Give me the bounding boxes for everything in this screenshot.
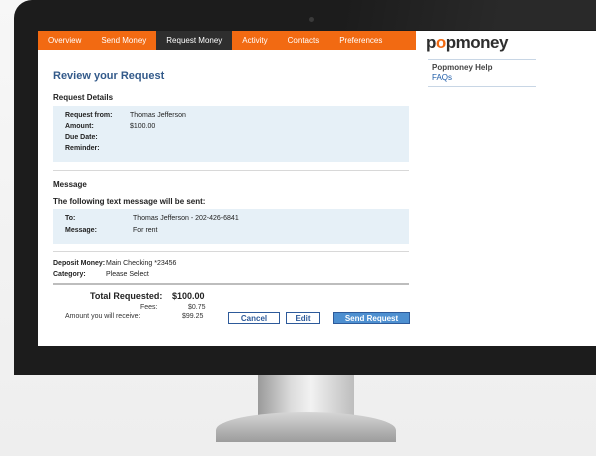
divider <box>53 170 409 171</box>
deposit-value[interactable]: Main Checking *23456 <box>106 260 176 267</box>
bezel-gloss <box>344 0 596 30</box>
top-nav: Overview Send Money Request Money Activi… <box>38 31 416 50</box>
totals-divider <box>53 283 409 285</box>
request-details-heading: Request Details <box>53 93 114 102</box>
main-panel: Review your Request Request Details Requ… <box>38 50 416 346</box>
sidebar-help-heading: Popmoney Help <box>432 63 493 72</box>
category-label: Category: <box>53 271 86 278</box>
cancel-button[interactable]: Cancel <box>228 312 280 324</box>
send-request-button[interactable]: Send Request <box>333 312 410 324</box>
to-value: Thomas Jefferson - 202-426-6841 <box>133 215 239 222</box>
popmoney-logo: popmoney <box>426 33 508 52</box>
edit-button[interactable]: Edit <box>286 312 320 324</box>
message-box: To: Thomas Jefferson - 202-426-6841 Mess… <box>53 209 409 244</box>
nav-preferences[interactable]: Preferences <box>329 31 392 50</box>
to-label: To: <box>65 215 76 222</box>
request-details-box: Request from: Thomas Jefferson Amount: $… <box>53 106 409 162</box>
request-from-value: Thomas Jefferson <box>130 112 186 119</box>
amount-value: $100.00 <box>130 123 156 130</box>
message-heading: Message <box>53 180 87 189</box>
nav-activity[interactable]: Activity <box>232 31 277 50</box>
receive-amount-value: $99.25 <box>182 313 204 320</box>
divider <box>53 251 409 252</box>
total-requested-label: Total Requested: <box>90 291 163 301</box>
due-date-label: Due Date: <box>65 134 98 141</box>
nav-overview[interactable]: Overview <box>38 31 91 50</box>
monitor-chin <box>14 350 596 375</box>
fees-value: $0.75 <box>188 304 206 311</box>
monitor-stand-base <box>216 412 396 442</box>
camera-icon <box>309 17 314 22</box>
page-title: Review your Request <box>53 70 165 82</box>
reminder-label: Reminder: <box>65 145 100 152</box>
sidebar-faq-link[interactable]: FAQs <box>432 73 452 82</box>
message-label: Message: <box>65 227 97 234</box>
fees-label: Fees: <box>140 304 158 311</box>
amount-label: Amount: <box>65 123 94 130</box>
request-from-label: Request from: <box>65 112 113 119</box>
nav-send-money[interactable]: Send Money <box>91 31 156 50</box>
nav-request-money[interactable]: Request Money <box>156 31 233 50</box>
deposit-label: Deposit Money: <box>53 260 106 267</box>
nav-contacts[interactable]: Contacts <box>278 31 330 50</box>
total-requested-value: $100.00 <box>172 291 205 301</box>
category-select[interactable]: Please Select <box>106 271 149 278</box>
sidebar-divider <box>428 86 536 87</box>
screen: Overview Send Money Request Money Activi… <box>38 31 596 346</box>
message-value: For rent <box>133 227 158 234</box>
message-subheading: The following text message will be sent: <box>53 197 206 206</box>
sidebar-divider <box>428 59 536 60</box>
receive-amount-label: Amount you will receive: <box>65 313 141 320</box>
sidebar: popmoney Popmoney Help FAQs <box>416 31 596 346</box>
